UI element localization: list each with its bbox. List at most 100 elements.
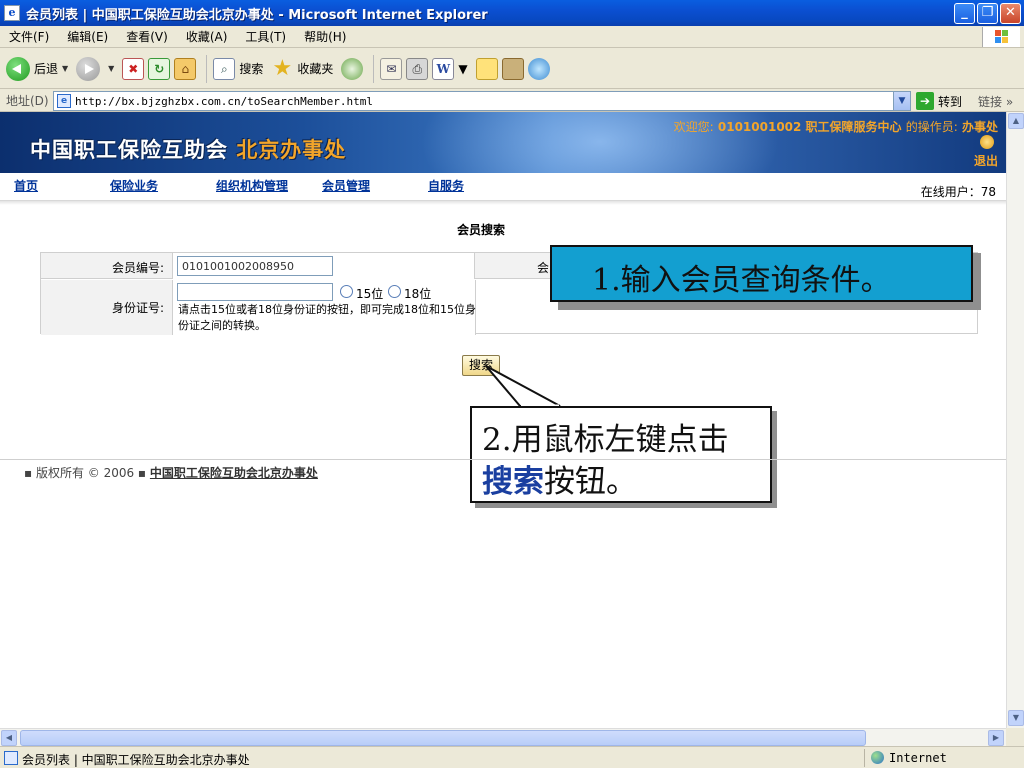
address-label: 地址(D) xyxy=(6,94,49,108)
search-button[interactable]: ⌕ 搜索 xyxy=(213,57,264,80)
address-bar: 地址(D) e http://bx.bjzghzbx.com.cn/toSear… xyxy=(0,90,1024,112)
windows-flag-icon xyxy=(995,30,1009,44)
menu-edit[interactable]: 编辑(E) xyxy=(58,28,117,45)
nav-insurance[interactable]: 保险业务 xyxy=(110,177,158,194)
id-number-label: 身份证号: xyxy=(111,301,164,315)
scroll-up-icon[interactable]: ▲ xyxy=(1008,113,1024,129)
welcome-prefix: 欢迎您: xyxy=(673,120,714,134)
back-button[interactable]: 后退 ▼ xyxy=(6,56,68,81)
radio-18-label: 18位 xyxy=(404,287,432,301)
status-text: 会员列表 | 中国职工保险互助会北京办事处 xyxy=(22,753,250,767)
ie-page-icon: e xyxy=(4,5,20,21)
browser-viewport: 中国职工保险互助会 北京办事处 欢迎您: 0101001002 职工保障服务中心… xyxy=(0,112,1006,728)
title-bar: e 会员列表 | 中国职工保险互助会北京办事处 - Microsoft Inte… xyxy=(0,0,1024,26)
maximize-button[interactable]: ❐ xyxy=(977,3,998,24)
vertical-scrollbar[interactable]: ▲ ▼ xyxy=(1006,112,1024,728)
scroll-left-icon[interactable]: ◀ xyxy=(1,730,17,746)
go-label: 转到 xyxy=(938,94,963,109)
nav-members[interactable]: 会员管理 xyxy=(322,177,370,194)
forward-arrow-icon xyxy=(76,56,101,81)
back-arrow-icon xyxy=(6,56,30,81)
radio-18[interactable] xyxy=(388,285,401,298)
search-icon: ⌕ xyxy=(213,57,236,80)
refresh-icon[interactable]: ↻ xyxy=(148,57,171,80)
minimize-button[interactable]: _ xyxy=(954,3,975,24)
back-label: 后退 xyxy=(34,62,59,76)
forward-dropdown-icon[interactable]: ▼ xyxy=(108,64,114,73)
close-button[interactable]: ✕ xyxy=(1000,3,1021,24)
welcome-org: 0101001002 职工保障服务中心 xyxy=(717,120,902,134)
radio-15-label: 15位 xyxy=(356,287,384,301)
radio-15[interactable] xyxy=(340,285,353,298)
scroll-down-icon[interactable]: ▼ xyxy=(1008,710,1024,726)
search-label: 搜索 xyxy=(239,62,264,76)
zone-label: Internet xyxy=(889,751,947,765)
nav-home[interactable]: 首页 xyxy=(14,177,38,194)
step2-text-line2: 搜索按钮。 xyxy=(482,456,637,501)
footer-divider xyxy=(0,459,1006,460)
edit-dropdown-icon[interactable]: ▼ xyxy=(458,62,467,76)
star-icon: ★ xyxy=(272,55,293,81)
address-url[interactable]: http://bx.bjzghzbx.com.cn/toSearchMember… xyxy=(75,95,373,108)
scroll-thumb[interactable] xyxy=(20,730,866,746)
go-button[interactable]: ➔ 转到 xyxy=(916,92,962,110)
globe-icon xyxy=(871,751,884,764)
id-number-input[interactable] xyxy=(177,283,333,301)
member-no-input[interactable] xyxy=(177,256,333,276)
id-conversion-hint: 请点击15位或者18位身份证的按钮，即可完成18位和15位身份证之间的转换。 xyxy=(178,303,476,332)
window-title: 会员列表 | 中国职工保险互助会北京办事处 - Microsoft Intern… xyxy=(26,7,488,23)
step2-text-line1: 2.用鼠标左键点击 xyxy=(482,422,729,458)
user-icon xyxy=(980,135,994,149)
history-icon[interactable] xyxy=(341,57,364,80)
menu-favorites[interactable]: 收藏(A) xyxy=(177,28,237,45)
online-users: 在线用户：78 xyxy=(920,185,996,199)
address-input[interactable]: e http://bx.bjzghzbx.com.cn/toSearchMemb… xyxy=(53,91,911,111)
window-controls: _ ❐ ✕ xyxy=(954,3,1021,24)
mail-icon[interactable]: ✉ xyxy=(380,57,403,80)
step2-suffix: 按钮。 xyxy=(544,464,637,500)
search-button-form[interactable]: 搜索 xyxy=(462,355,500,376)
security-zone: Internet xyxy=(864,749,1024,767)
go-arrow-icon: ➔ xyxy=(916,92,934,110)
scroll-right-icon[interactable]: ▶ xyxy=(988,730,1004,746)
toolbar: 后退 ▼ ▼ ✖ ↻ ⌂ ⌕ 搜索 ★ 收藏夹 ✉ ⎙ W ▼ xyxy=(0,49,1024,89)
discuss-note-icon[interactable] xyxy=(475,57,498,80)
site-banner: 中国职工保险互助会 北京办事处 欢迎您: 0101001002 职工保障服务中心… xyxy=(0,112,1006,173)
org-name: 中国职工保险互助会 xyxy=(30,138,228,162)
member-no-label: 会员编号: xyxy=(111,261,164,275)
back-dropdown-icon[interactable]: ▼ xyxy=(62,64,68,73)
address-dropdown-icon[interactable]: ▼ xyxy=(893,92,910,110)
page-title: 会员搜索 xyxy=(456,223,505,237)
home-icon[interactable]: ⌂ xyxy=(174,57,197,80)
messenger-icon[interactable] xyxy=(527,57,550,80)
forward-button[interactable]: ▼ xyxy=(76,56,114,81)
logout-link[interactable]: 退出 xyxy=(974,152,998,169)
menu-file[interactable]: 文件(F) xyxy=(0,28,58,45)
page-footer: ▪ 版权所有 © 2006 ▪ 中国职工保险互助会北京办事处 xyxy=(24,464,318,481)
print-icon[interactable]: ⎙ xyxy=(406,57,429,80)
copyright-text: ▪ 版权所有 © 2006 ▪ xyxy=(24,466,147,480)
welcome-text: 欢迎您: 0101001002 职工保障服务中心 的操作员: 办事处 xyxy=(674,118,998,135)
stop-icon[interactable]: ✖ xyxy=(122,57,145,80)
footer-org-link[interactable]: 中国职工保险互助会北京办事处 xyxy=(150,466,318,480)
operator-prefix: 的操作员: xyxy=(905,120,958,134)
site-logo: 中国职工保险互助会 北京办事处 xyxy=(30,134,346,164)
step2-callout: 2.用鼠标左键点击 搜索按钮。 xyxy=(470,406,772,503)
main-nav: 首页 保险业务 组织机构管理 会员管理 自服务 在线用户：78 xyxy=(0,173,1006,201)
menu-tools[interactable]: 工具(T) xyxy=(236,28,295,45)
step1-callout: 1.输入会员查询条件。 xyxy=(550,245,973,302)
research-icon[interactable] xyxy=(501,57,524,80)
nav-organization[interactable]: 组织机构管理 xyxy=(216,177,288,194)
menu-view[interactable]: 查看(V) xyxy=(117,28,177,45)
edit-word-icon[interactable]: W xyxy=(432,57,455,80)
links-toolbar[interactable]: 链接 » xyxy=(978,93,1013,110)
favorites-button[interactable]: ★ 收藏夹 xyxy=(271,55,333,81)
operator-name: 办事处 xyxy=(961,120,998,134)
menu-bar: 文件(F) 编辑(E) 查看(V) 收藏(A) 工具(T) 帮助(H) xyxy=(0,26,1024,48)
horizontal-scrollbar[interactable]: ◀ ▶ xyxy=(0,728,1006,746)
page-icon: e xyxy=(57,94,71,108)
toolbar-separator xyxy=(373,54,375,83)
nav-self-service[interactable]: 自服务 xyxy=(428,177,464,194)
step2-keyword: 搜索 xyxy=(482,464,544,500)
menu-help[interactable]: 帮助(H) xyxy=(295,28,355,45)
